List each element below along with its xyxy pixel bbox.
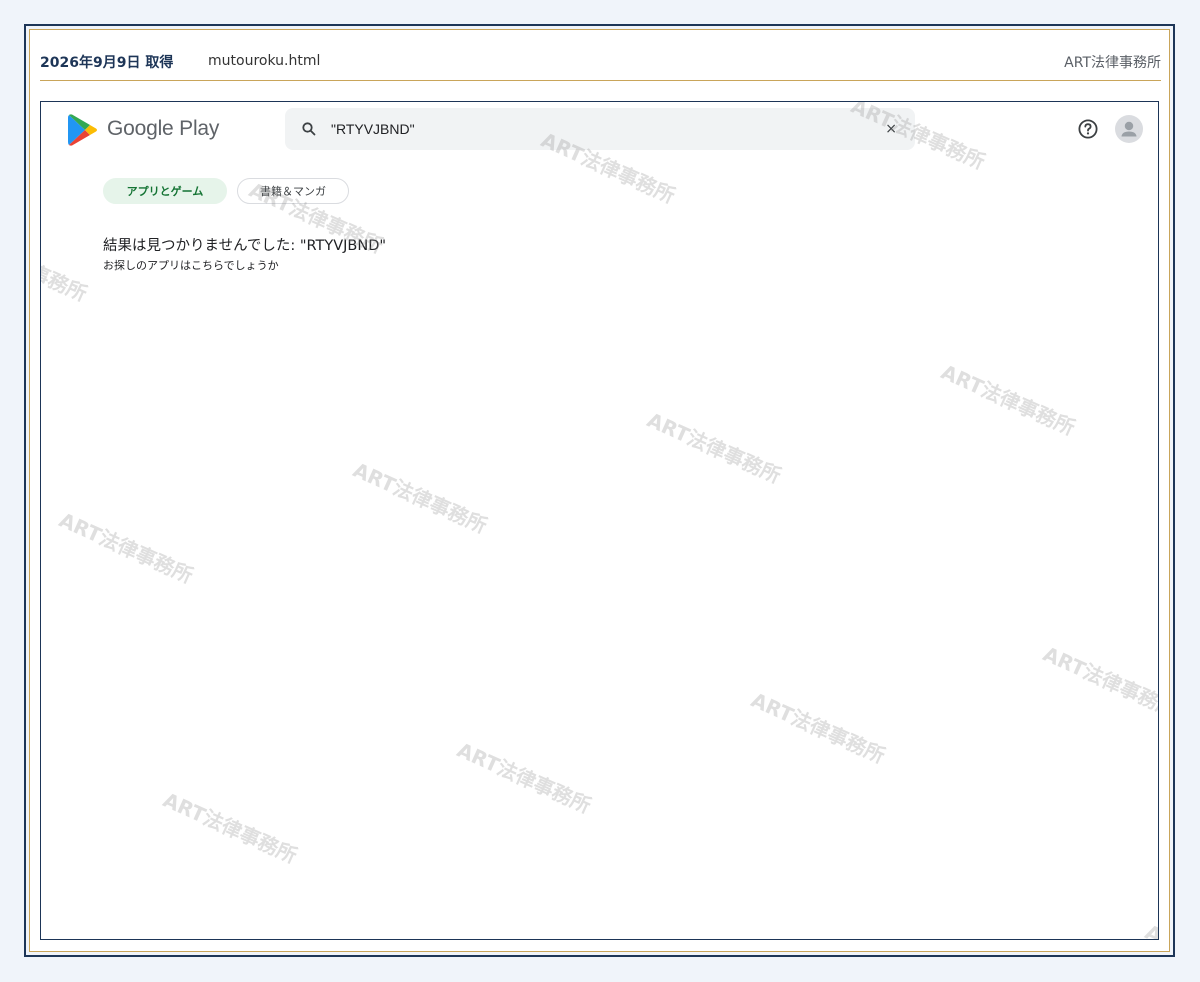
search-input[interactable] xyxy=(331,108,851,150)
watermark-text: ART法律事務所 xyxy=(453,737,595,818)
clear-search-icon[interactable]: × xyxy=(885,119,897,139)
help-icon[interactable] xyxy=(1077,118,1099,140)
search-bar[interactable]: × xyxy=(285,108,915,150)
capture-firm-name: ART法律事務所 xyxy=(1064,55,1161,71)
watermark-text: ART法律事務所 xyxy=(1141,916,1158,939)
chip-apps-and-games[interactable]: アプリとゲーム xyxy=(103,178,227,204)
watermark-text: ART法律事務所 xyxy=(643,407,785,488)
account-avatar[interactable] xyxy=(1115,115,1143,143)
watermark-text: ART法律事務所 xyxy=(159,787,301,868)
watermark-text: ART法律事務所 xyxy=(55,507,197,588)
store-brand-name[interactable]: Google Play xyxy=(107,117,219,141)
no-results-title: 結果は見つかりませんでした: "RTYVJBND" xyxy=(103,238,387,254)
google-play-logo-icon[interactable] xyxy=(67,113,99,147)
watermark-text: ART法律事務所 xyxy=(349,457,491,538)
chip-books-and-manga[interactable]: 書籍＆マンガ xyxy=(237,178,349,204)
account-avatar-icon xyxy=(1121,121,1137,137)
capture-inner-frame: 2026年9月9日 取得 mutouroku.html ART法律事務所 Goo… xyxy=(29,29,1170,952)
no-results-subtitle: お探しのアプリはこちらでしょうか xyxy=(103,259,279,272)
capture-date: 2026年9月9日 取得 xyxy=(40,55,174,71)
capture-outer-frame: 2026年9月9日 取得 mutouroku.html ART法律事務所 Goo… xyxy=(24,24,1175,957)
watermark-text: ART法律事務所 xyxy=(747,687,889,768)
store-screenshot: Google Play × xyxy=(40,101,1159,940)
watermark-text: ART法律事務所 xyxy=(40,225,91,306)
watermark-text: ART法律事務所 xyxy=(937,359,1079,440)
store-header: Google Play × xyxy=(41,102,1158,158)
search-icon[interactable] xyxy=(301,121,317,137)
capture-header: 2026年9月9日 取得 mutouroku.html ART法律事務所 xyxy=(40,30,1161,81)
capture-filename: mutouroku.html xyxy=(208,53,321,69)
watermark-text: ART法律事務所 xyxy=(1039,641,1159,722)
